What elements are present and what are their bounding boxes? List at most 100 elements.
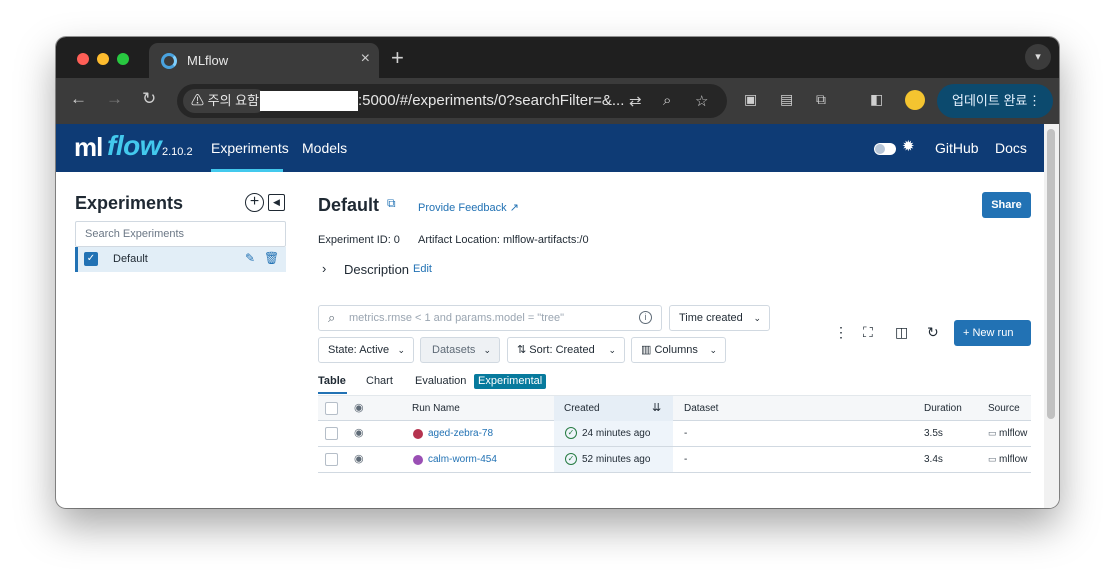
translate-icon[interactable]: ⇄ — [629, 92, 642, 110]
artifact-location: Artifact Location: mlflow-artifacts:/0 — [418, 234, 589, 246]
github-link[interactable]: GitHub — [935, 140, 979, 156]
create-experiment-plus-icon[interactable]: + — [245, 193, 264, 212]
tab-evaluation[interactable]: Evaluation — [415, 375, 466, 387]
sort-dropdown[interactable]: ⇅ Sort: Created ⌄ — [507, 337, 625, 363]
chevron-right-icon[interactable]: › — [322, 261, 326, 276]
table-row[interactable]: ◉ aged-zebra-78 ✓ 24 minutes ago - 3.5s … — [318, 421, 1031, 447]
column-header-source[interactable]: Source — [988, 403, 1020, 414]
row-checkbox[interactable] — [325, 453, 338, 466]
back-arrow-icon[interactable]: ← — [70, 89, 87, 109]
column-header-created[interactable]: Created — [564, 403, 600, 414]
column-header-duration[interactable]: Duration — [924, 403, 962, 414]
nav-models[interactable]: Models — [302, 140, 347, 156]
columns-label: Columns — [654, 344, 698, 356]
kebab-menu-icon: ⋮ — [1028, 93, 1041, 108]
extension-icon[interactable]: ▤ — [780, 91, 793, 108]
checkbox-checked-icon[interactable]: ✓ — [84, 252, 98, 266]
dark-mode-toggle[interactable] — [874, 143, 896, 155]
finished-check-icon: ✓ — [565, 427, 577, 439]
run-name-link[interactable]: calm-worm-454 — [428, 454, 497, 465]
duration-cell: 3.5s — [924, 428, 943, 439]
security-chip[interactable]: ⚠ 주의 요함 — [183, 89, 268, 113]
profile-avatar[interactable] — [905, 90, 925, 110]
select-all-checkbox[interactable] — [325, 402, 338, 415]
chevron-down-icon: ⌄ — [709, 345, 717, 355]
logo-flow[interactable]: flow — [107, 130, 162, 162]
browser-toolbar: ← → ↻ ⚠ 주의 요함 :5000/#/experiments/0?sear… — [56, 78, 1059, 124]
feedback-label: Provide Feedback — [418, 202, 507, 214]
description-label[interactable]: Description — [344, 262, 409, 277]
new-run-button[interactable]: + New run — [954, 320, 1031, 346]
run-name-link[interactable]: aged-zebra-78 — [428, 428, 493, 439]
side-panel-icon[interactable]: ◧ — [870, 91, 883, 108]
bookmark-star-icon[interactable]: ☆ — [695, 92, 708, 110]
row-checkbox[interactable] — [325, 427, 338, 440]
time-created-label: Time created — [679, 312, 743, 324]
created-cell: 24 minutes ago — [582, 428, 651, 439]
extension-icon[interactable]: ▣ — [744, 91, 757, 108]
tab-title: MLflow — [187, 53, 229, 68]
state-dropdown[interactable]: State: Active ⌄ — [318, 337, 414, 363]
tab-close-icon[interactable]: × — [361, 50, 370, 68]
laptop-icon: ▭ — [988, 454, 1000, 464]
puzzle-extensions-icon[interactable]: ⧉ — [816, 91, 826, 108]
collapse-sidebar-icon[interactable]: ◀ — [268, 194, 285, 211]
nav-active-indicator — [211, 169, 283, 172]
eye-icon[interactable]: ◉ — [354, 426, 364, 439]
copy-icon[interactable]: ⧉ — [387, 196, 396, 211]
columns-dropdown[interactable]: ▥ Columns ⌄ — [631, 337, 726, 363]
close-window-button[interactable] — [77, 53, 89, 65]
page-scrollbar[interactable] — [1044, 124, 1059, 508]
column-header-dataset[interactable]: Dataset — [684, 403, 718, 414]
url-text[interactable]: :5000/#/experiments/0?searchFilter=&... — [358, 92, 624, 109]
column-header-run-name[interactable]: Run Name — [412, 403, 460, 414]
trash-icon[interactable]: 🗑 — [264, 251, 279, 265]
source-cell[interactable]: ▭ mlflow — [988, 428, 1027, 439]
laptop-icon: ▭ — [988, 428, 1000, 438]
provide-feedback-link[interactable]: Provide Feedback ↗ — [418, 201, 519, 214]
security-chip-label: 주의 요함 — [207, 93, 260, 108]
sidebar-item-default[interactable]: ✓ Default ✎ 🗑 — [75, 247, 286, 272]
tab-chart[interactable]: Chart — [366, 375, 393, 387]
table-row[interactable]: ◉ calm-worm-454 ✓ 52 minutes ago - 3.4s … — [318, 447, 1031, 473]
scroll-thumb[interactable] — [1047, 129, 1055, 419]
version-label: 2.10.2 — [162, 146, 193, 158]
sidebar-item-label[interactable]: Default — [113, 253, 148, 265]
maximize-window-button[interactable] — [117, 53, 129, 65]
datasets-dropdown[interactable]: Datasets ⌄ — [420, 337, 500, 363]
zoom-icon[interactable]: ⌕ — [663, 92, 671, 109]
minimize-window-button[interactable] — [97, 53, 109, 65]
chevron-down-icon: ⌄ — [397, 345, 405, 355]
tab-table[interactable]: Table — [318, 375, 346, 387]
datasets-label: Datasets — [432, 344, 476, 356]
run-color-dot[interactable] — [413, 429, 423, 439]
sort-desc-icon[interactable]: ⇊ — [652, 401, 661, 414]
refresh-icon[interactable]: ↻ — [927, 324, 939, 341]
address-bar[interactable]: ⚠ 주의 요함 :5000/#/experiments/0?searchFilt… — [177, 84, 727, 118]
update-button[interactable]: 업데이트 완료 ⋮ — [937, 84, 1053, 118]
tab-search-button[interactable]: ▾ — [1025, 44, 1051, 70]
browser-window: MLflow × + ▾ ← → ↻ ⚠ 주의 요함 :5000/#/exper… — [56, 37, 1059, 508]
experiment-search-input[interactable]: Search Experiments — [75, 221, 286, 247]
docs-link[interactable]: Docs — [995, 140, 1027, 156]
share-button[interactable]: Share — [982, 192, 1031, 218]
edit-pencil-icon[interactable]: ✎ — [245, 251, 255, 265]
source-cell[interactable]: ▭ mlflow — [988, 454, 1027, 465]
eye-icon[interactable]: ◉ — [354, 452, 364, 465]
nav-experiments[interactable]: Experiments — [211, 140, 289, 156]
logo-ml[interactable]: ml — [74, 132, 103, 163]
info-icon[interactable]: i — [639, 311, 652, 324]
browser-tab[interactable]: MLflow × — [149, 43, 379, 78]
more-options-icon[interactable]: ⋮ — [834, 324, 848, 341]
page-title: Default — [318, 195, 380, 215]
fullscreen-icon[interactable]: ⛶ — [863, 324, 873, 341]
run-color-dot[interactable] — [413, 455, 423, 465]
runs-search-input[interactable]: ⌕ metrics.rmse < 1 and params.model = "t… — [318, 305, 662, 331]
new-tab-button[interactable]: + — [391, 45, 404, 71]
reload-icon[interactable]: ↻ — [142, 89, 156, 109]
description-edit-link[interactable]: Edit — [413, 263, 432, 275]
toggle-sidebar-icon[interactable]: ◫ — [895, 324, 908, 341]
time-created-dropdown[interactable]: Time created ⌄ — [669, 305, 770, 331]
forward-arrow-icon[interactable]: → — [106, 89, 123, 109]
eye-icon[interactable]: ◉ — [354, 401, 364, 414]
